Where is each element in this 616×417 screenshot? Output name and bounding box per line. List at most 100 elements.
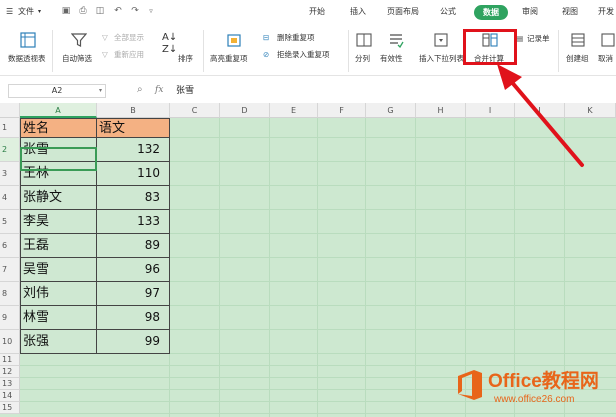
- score-cell[interactable]: 98: [97, 306, 170, 330]
- tab-data[interactable]: 数据: [474, 5, 508, 20]
- save-icon[interactable]: ▣: [61, 6, 71, 16]
- row-header-4[interactable]: 4: [0, 186, 20, 210]
- tab-view[interactable]: 视图: [562, 7, 578, 17]
- ungroup-icon: [601, 33, 615, 47]
- column-header-c[interactable]: C: [170, 103, 220, 118]
- delete-duplicates-button[interactable]: ⊟ 删除重复项: [263, 33, 338, 45]
- row-header-5[interactable]: 5: [0, 210, 20, 234]
- row-header-15[interactable]: 15: [0, 402, 20, 414]
- delete-duplicates-label: 删除重复项: [277, 33, 315, 42]
- row-header-7[interactable]: 7: [0, 258, 20, 282]
- reject-duplicates-icon: ⊘: [263, 50, 270, 59]
- tab-page-layout[interactable]: 页面布局: [387, 7, 419, 17]
- ungroup-button[interactable]: 取消: [596, 30, 616, 72]
- auto-filter-label: 自动筛选: [62, 54, 92, 63]
- name-cell[interactable]: 王林: [20, 162, 97, 186]
- record-form-button[interactable]: ▤ 记录单: [516, 34, 556, 46]
- watermark-title: Office教程网: [488, 371, 599, 392]
- row-header-10[interactable]: 10: [0, 330, 20, 354]
- select-all-corner[interactable]: [0, 103, 20, 118]
- column-header-j[interactable]: J: [515, 103, 565, 118]
- hamburger-icon[interactable]: ☰: [6, 7, 13, 17]
- column-header-b[interactable]: B: [97, 103, 170, 118]
- highlight-duplicates-icon: [227, 34, 241, 47]
- reapply-button[interactable]: ▽ 重新应用: [102, 50, 152, 62]
- zoom-icon[interactable]: ⌕: [137, 84, 143, 95]
- insert-dropdown-button[interactable]: 插入下拉列表: [417, 30, 465, 72]
- auto-filter-button[interactable]: 自动筛选: [60, 30, 98, 72]
- score-cell[interactable]: 97: [97, 282, 170, 306]
- score-cell[interactable]: 133: [97, 210, 170, 234]
- row-header-8[interactable]: 8: [0, 282, 20, 306]
- formula-input[interactable]: 张雪: [172, 84, 616, 98]
- chevron-down-icon[interactable]: ▾: [99, 85, 102, 97]
- reject-duplicates-label: 拒绝录入重复项: [277, 50, 330, 59]
- score-cell[interactable]: 132: [97, 138, 170, 162]
- score-cell[interactable]: 89: [97, 234, 170, 258]
- column-header-f[interactable]: F: [318, 103, 366, 118]
- column-header-k[interactable]: K: [565, 103, 616, 118]
- create-group-button[interactable]: 创建组: [562, 30, 594, 72]
- customize-icon[interactable]: ▿: [146, 6, 156, 16]
- show-all-button[interactable]: ▽ 全部显示: [102, 33, 152, 45]
- insert-dropdown-label: 插入下拉列表: [419, 54, 464, 63]
- file-dropdown-icon[interactable]: ▾: [38, 7, 41, 17]
- column-header-d[interactable]: D: [220, 103, 270, 118]
- name-cell[interactable]: 王磊: [20, 234, 97, 258]
- row-header-1[interactable]: 1: [0, 118, 20, 138]
- validity-button[interactable]: 有效性: [380, 30, 414, 72]
- row-header-13[interactable]: 13: [0, 378, 20, 390]
- column-header-h[interactable]: H: [416, 103, 466, 118]
- record-form-label: 记录单: [527, 34, 550, 43]
- gridline-horizontal: [20, 365, 616, 366]
- score-cell[interactable]: 99: [97, 330, 170, 354]
- redo-icon[interactable]: ↷: [130, 6, 140, 16]
- data-ribbon: 数据透视表 自动筛选 ▽ 全部显示 ▽ 重新应用 A↓ Z↓ 排序 高亮重复项 …: [0, 24, 616, 76]
- print-icon[interactable]: ⎙: [78, 6, 88, 16]
- split-column-button[interactable]: 分列: [352, 30, 378, 72]
- row-header-14[interactable]: 14: [0, 390, 20, 402]
- column-header-a[interactable]: A: [20, 103, 97, 118]
- row-header-12[interactable]: 12: [0, 366, 20, 378]
- pivot-table-label: 数据透视表: [8, 54, 46, 63]
- name-cell[interactable]: 张静文: [20, 186, 97, 210]
- file-menu[interactable]: 文件: [18, 7, 34, 17]
- row-header-3[interactable]: 3: [0, 162, 20, 186]
- column-header-i[interactable]: I: [466, 103, 515, 118]
- undo-icon[interactable]: ↶: [113, 6, 123, 16]
- pivot-table-button[interactable]: 数据透视表: [8, 30, 48, 72]
- name-cell[interactable]: 吴雪: [20, 258, 97, 282]
- validity-label: 有效性: [380, 54, 403, 63]
- split-column-icon: [356, 33, 372, 47]
- tab-developer[interactable]: 开发: [598, 7, 614, 17]
- tab-home[interactable]: 开始: [309, 7, 325, 17]
- row-header-6[interactable]: 6: [0, 234, 20, 258]
- name-cell[interactable]: 李昊: [20, 210, 97, 234]
- highlight-duplicates-button[interactable]: 高亮重复项: [208, 30, 258, 72]
- consolidate-highlight-box: [463, 29, 517, 65]
- tab-formula[interactable]: 公式: [440, 7, 456, 17]
- row-header-11[interactable]: 11: [0, 354, 20, 366]
- score-cell[interactable]: 96: [97, 258, 170, 282]
- name-box[interactable]: A2 ▾: [8, 84, 106, 98]
- print-preview-icon[interactable]: ◫: [95, 6, 105, 16]
- tab-insert[interactable]: 插入: [350, 7, 366, 17]
- gridline-vertical: [365, 118, 366, 417]
- menu-bar: ☰ 文件 ▾ ▣ ⎙ ◫ ↶ ↷ ▿ 开始 插入 页面布局 公式 数据 审阅 视…: [0, 0, 616, 24]
- tab-review[interactable]: 审阅: [522, 7, 538, 17]
- score-cell[interactable]: 83: [97, 186, 170, 210]
- reject-duplicates-button[interactable]: ⊘ 拒绝录入重复项: [263, 50, 347, 62]
- column-header-e[interactable]: E: [270, 103, 318, 118]
- name-cell[interactable]: 刘伟: [20, 282, 97, 306]
- score-cell[interactable]: 110: [97, 162, 170, 186]
- table-header-cell[interactable]: 姓名: [20, 118, 97, 138]
- table-header-cell[interactable]: 语文: [97, 118, 170, 138]
- name-cell[interactable]: 张强: [20, 330, 97, 354]
- name-cell[interactable]: 林雪: [20, 306, 97, 330]
- column-header-g[interactable]: G: [366, 103, 416, 118]
- fx-icon[interactable]: fx: [155, 85, 163, 95]
- row-header-9[interactable]: 9: [0, 306, 20, 330]
- name-cell[interactable]: 张雪: [20, 138, 97, 162]
- row-header-2[interactable]: 2: [0, 138, 20, 162]
- sort-button[interactable]: A↓ Z↓ 排序: [158, 30, 200, 72]
